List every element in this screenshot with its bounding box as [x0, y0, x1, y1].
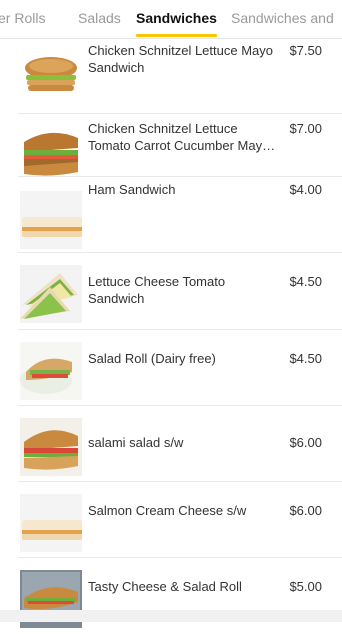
- menu-item-name: Chicken Schnitzel Lettuce Tomato Carrot …: [88, 121, 270, 153]
- category-tab-bar: er Rolls Salads Sandwiches Sandwiches an…: [0, 0, 342, 39]
- salami-roll-photo-icon: [20, 418, 82, 476]
- menu-item-price: $7.00: [289, 121, 322, 136]
- menu-item-price: $4.00: [289, 182, 322, 197]
- menu-item-price: $6.00: [289, 503, 322, 518]
- menu-item[interactable]: salami salad s/w $6.00: [0, 406, 342, 482]
- menu-item-name: Tasty Cheese & Salad Roll: [88, 579, 242, 594]
- menu-item[interactable]: Salad Roll (Dairy free) $4.50: [0, 330, 342, 406]
- menu-item-name: salami salad s/w: [88, 435, 184, 450]
- salad-roll-photo-icon: [20, 342, 82, 400]
- bread-slice-photo-icon: [20, 191, 82, 249]
- tab-sandwiches-and[interactable]: Sandwiches and: [231, 9, 334, 37]
- menu-item[interactable]: Ham Sandwich $4.00: [0, 177, 342, 253]
- triangle-sandwich-photo-icon: [20, 265, 82, 323]
- tab-salads[interactable]: Salads: [78, 9, 121, 37]
- menu-item-name: Lettuce Cheese Tomato Sandwich: [88, 274, 226, 306]
- menu-item[interactable]: Lettuce Cheese Tomato Sandwich $4.50: [0, 253, 342, 330]
- menu-item-price: $5.00: [289, 579, 322, 594]
- menu-item[interactable]: Tasty Cheese & Salad Roll $5.00: [0, 558, 342, 634]
- menu-item[interactable]: Chicken Schnitzel Lettuce Tomato Carrot …: [0, 100, 342, 177]
- menu-item[interactable]: Salmon Cream Cheese s/w $6.00: [0, 482, 342, 558]
- tab-bread-rolls[interactable]: er Rolls: [0, 9, 45, 37]
- menu-item-name: Salad Roll (Dairy free): [88, 351, 216, 366]
- bread-slice-photo-icon: [20, 494, 82, 552]
- menu-item-name: Salmon Cream Cheese s/w: [88, 503, 247, 518]
- menu-item-price: $4.50: [289, 351, 322, 366]
- menu-item-price: $7.50: [289, 43, 322, 58]
- tab-sandwiches[interactable]: Sandwiches: [136, 9, 217, 37]
- menu-item-name: Ham Sandwich: [88, 182, 176, 197]
- menu-item-name: Chicken Schnitzel Lettuce Mayo Sandwich: [88, 43, 273, 75]
- bottom-edge: [0, 610, 342, 622]
- menu-item-price: $6.00: [289, 435, 322, 450]
- schnitzel-roll-photo-icon: [20, 122, 82, 180]
- menu-item-price: $4.50: [289, 274, 322, 289]
